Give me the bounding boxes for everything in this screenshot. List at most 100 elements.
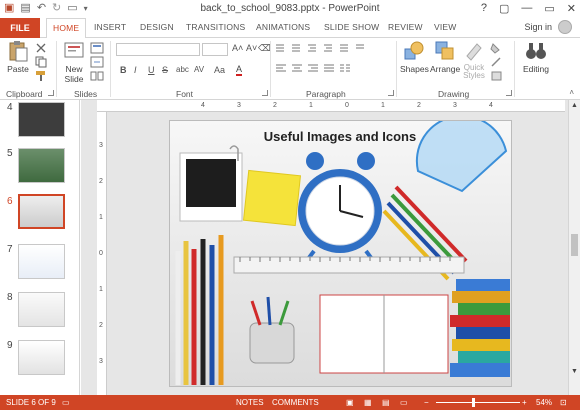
zoom-slider-handle[interactable]: [472, 398, 475, 407]
paragraph-controls-icon[interactable]: [274, 43, 394, 83]
font-size-combo[interactable]: [202, 43, 228, 56]
ruler-number: 2: [417, 102, 421, 109]
ruler-number: 3: [99, 358, 103, 365]
collapse-ribbon-icon[interactable]: ˄: [569, 88, 574, 97]
italic-button[interactable]: I: [134, 65, 137, 75]
divider: [396, 41, 397, 97]
divider: [514, 41, 515, 97]
scrollbar-thumb[interactable]: [571, 234, 578, 256]
shrink-font-icon[interactable]: A˅: [246, 43, 257, 53]
slide-thumbnail-5[interactable]: [18, 148, 65, 183]
section-icon[interactable]: [90, 70, 104, 82]
group-label-clipboard: Clipboard: [6, 89, 43, 99]
arrange-button[interactable]: Arrange: [430, 40, 460, 74]
close-icon[interactable]: ✕: [567, 2, 576, 15]
reset-icon[interactable]: [90, 56, 104, 68]
clear-format-icon[interactable]: ⌫: [258, 43, 271, 54]
slide-canvas[interactable]: Useful Images and Icons: [169, 120, 512, 387]
new-slide-button[interactable]: New Slide: [60, 40, 88, 84]
slide-sorter-icon[interactable]: ▦: [364, 398, 372, 407]
open-book-image: [319, 294, 449, 374]
arrange-icon: [435, 41, 454, 60]
slideshow-view-icon[interactable]: ▭: [400, 398, 408, 407]
tab-animations[interactable]: ANIMATIONS: [256, 22, 310, 32]
char-spacing-button[interactable]: AV: [194, 65, 204, 74]
shape-outline-icon[interactable]: [490, 56, 504, 68]
bold-button[interactable]: B: [120, 65, 127, 75]
shape-fill-icon[interactable]: [490, 42, 504, 54]
zoom-slider[interactable]: [436, 402, 520, 403]
shapes-button[interactable]: Shapes: [400, 40, 429, 74]
title-bar: ▣ ▤ ↶ ↻ ▭ ▾ back_to_school_9083.pptx - P…: [0, 0, 580, 18]
paste-button[interactable]: Paste: [4, 40, 32, 74]
vertical-ruler: 3 2 1 0 1 2 3: [97, 112, 107, 395]
thumb-number: 7: [7, 244, 13, 255]
user-avatar-icon[interactable]: [558, 20, 572, 34]
ruler-number: 2: [273, 102, 277, 109]
font-launcher-icon[interactable]: [262, 90, 268, 96]
layout-icon[interactable]: [90, 42, 104, 54]
strikethrough-button[interactable]: S: [162, 65, 168, 75]
comments-button[interactable]: COMMENTS: [272, 398, 319, 407]
thumb-number: 9: [7, 340, 13, 351]
editing-button[interactable]: Editing: [518, 40, 554, 74]
zoom-level[interactable]: 54%: [536, 398, 552, 407]
group-label-editing: Editing: [522, 89, 548, 99]
cut-icon[interactable]: [34, 42, 48, 54]
scroll-up-icon[interactable]: ▲: [571, 102, 578, 109]
scroll-down-icon[interactable]: ▼: [571, 368, 578, 375]
ruler-number: 0: [99, 250, 103, 257]
ruler-number: 1: [99, 214, 103, 221]
vertical-scrollbar[interactable]: ▲ ▼: [568, 100, 580, 395]
maximize-icon[interactable]: ▭: [544, 2, 554, 15]
normal-view-icon[interactable]: ▣: [346, 398, 354, 407]
paragraph-launcher-icon[interactable]: [388, 90, 394, 96]
tab-view[interactable]: VIEW: [434, 22, 457, 32]
ruler-number: 4: [201, 102, 205, 109]
quick-styles-button[interactable]: Quick Styles: [462, 40, 486, 80]
help-icon[interactable]: ?: [481, 2, 487, 15]
shapes-icon: [404, 41, 424, 60]
ruler-number: 4: [489, 102, 493, 109]
font-color-button[interactable]: A: [236, 65, 243, 76]
slide-thumbnail-7[interactable]: [18, 244, 65, 279]
ruler-number: 3: [237, 102, 241, 109]
tab-home[interactable]: HOME: [46, 18, 87, 39]
tab-file[interactable]: FILE: [0, 18, 40, 38]
window-controls: ? ▢ — ▭ ✕: [481, 2, 576, 15]
fit-slide-icon[interactable]: ⊡: [560, 398, 567, 407]
tab-insert[interactable]: INSERT: [94, 22, 126, 32]
change-case-button[interactable]: Aa: [214, 65, 225, 75]
sign-in-link[interactable]: Sign in: [524, 22, 552, 32]
drawing-launcher-icon[interactable]: [506, 90, 512, 96]
slide-thumbnail-4[interactable]: [18, 102, 65, 137]
divider: [56, 41, 57, 97]
horizontal-ruler: 4 3 2 1 0 1 2 3 4: [97, 100, 565, 112]
zoom-out-icon[interactable]: −: [424, 398, 429, 407]
reading-view-icon[interactable]: ▤: [382, 398, 390, 407]
underline-button[interactable]: U: [148, 65, 155, 75]
tab-design[interactable]: DESIGN: [140, 22, 174, 32]
shape-effects-icon[interactable]: [490, 70, 504, 82]
slide-thumbnail-8[interactable]: [18, 292, 65, 327]
tab-review[interactable]: REVIEW: [388, 22, 423, 32]
tab-slide-show[interactable]: SLIDE SHOW: [324, 22, 379, 32]
clipboard-launcher-icon[interactable]: [48, 90, 54, 96]
copy-icon[interactable]: [34, 56, 48, 68]
tab-transitions[interactable]: TRANSITIONS: [186, 22, 245, 32]
notes-button[interactable]: NOTES: [236, 398, 264, 407]
grow-font-icon[interactable]: A˄: [232, 43, 243, 53]
slide-thumbnail-6[interactable]: [18, 194, 65, 229]
font-name-combo[interactable]: [116, 43, 200, 56]
ruler-number: 1: [99, 286, 103, 293]
editing-label: Editing: [523, 64, 549, 74]
ruler-number: 2: [99, 322, 103, 329]
shapes-label: Shapes: [400, 64, 429, 74]
slide-thumbnail-9[interactable]: [18, 340, 65, 375]
ribbon-display-icon[interactable]: ▢: [499, 2, 509, 15]
shadow-button[interactable]: abc: [176, 65, 189, 74]
spellcheck-icon[interactable]: ▭: [62, 398, 70, 407]
zoom-in-icon[interactable]: +: [522, 398, 527, 407]
minimize-icon[interactable]: —: [521, 2, 532, 15]
format-painter-icon[interactable]: [34, 70, 48, 82]
